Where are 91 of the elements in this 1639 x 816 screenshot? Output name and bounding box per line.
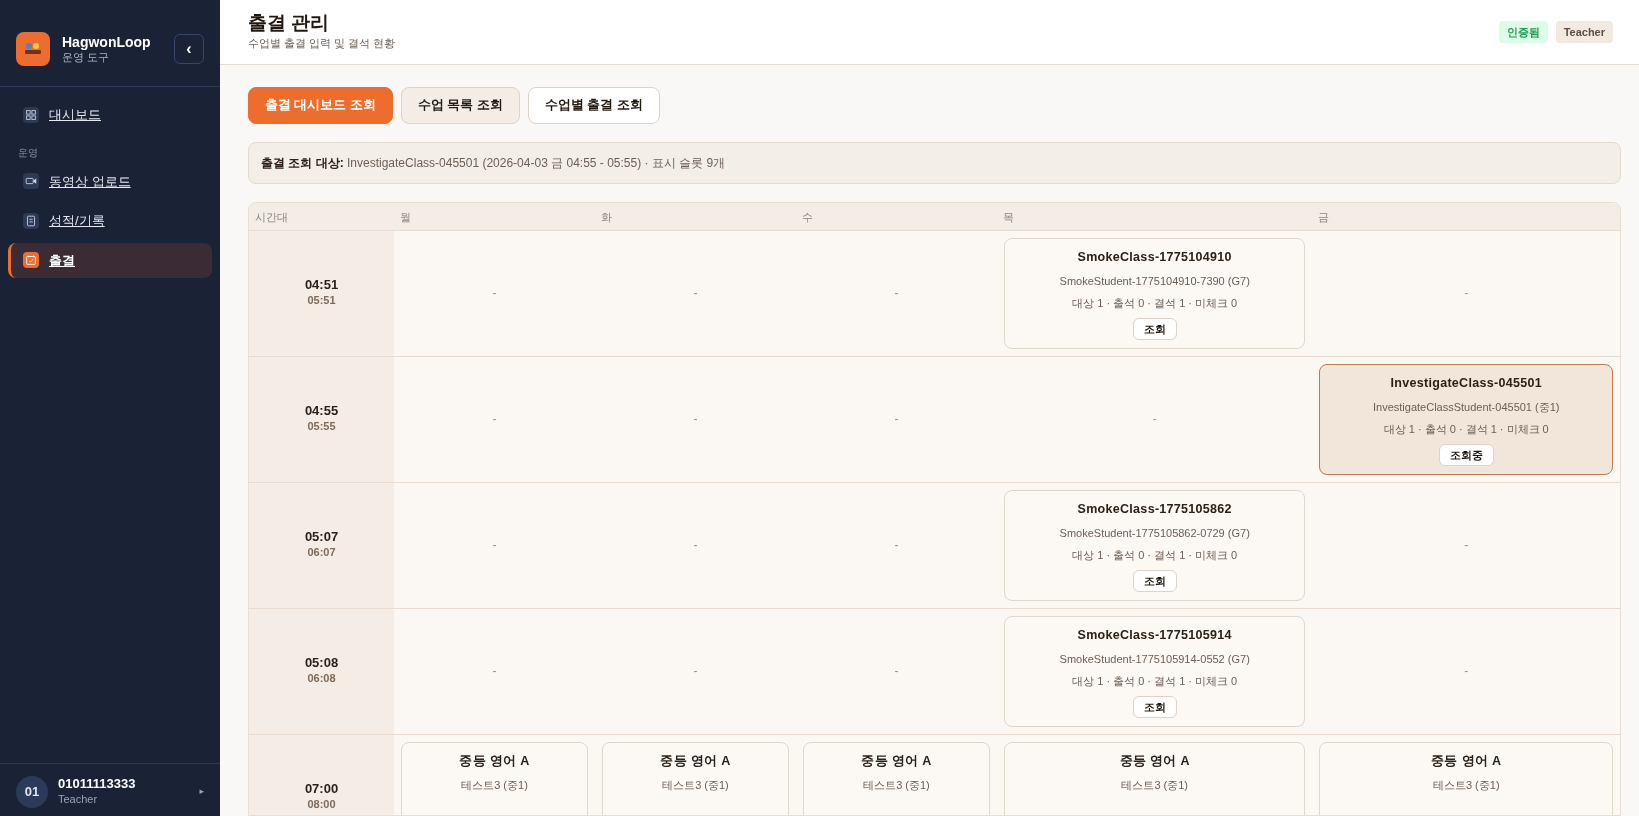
grid-icon	[23, 106, 39, 123]
student-name: InvestigateClassStudent-045501 (중1)	[1373, 399, 1560, 415]
end-time: 05:51	[307, 293, 336, 309]
logo-icon	[16, 32, 50, 66]
column-header: 월	[394, 202, 595, 231]
expand-arrow[interactable]: ▸	[199, 785, 204, 799]
sidebar-item[interactable]: 동영상 업로드	[8, 163, 212, 199]
brand-subtitle: 운영 도구	[62, 50, 111, 63]
student-name: 테스트3 (중1)	[662, 777, 729, 793]
empty-slot: -	[894, 410, 899, 429]
end-time: 06:07	[307, 545, 336, 561]
class-card[interactable]: InvestigateClass-045501 InvestigateClassStudent-045501 (중1) 대상 1 · 출석 0 · 결석 1 · 미체크 0 조회중	[1319, 363, 1613, 475]
student-name: SmokeStudent-1775105862-0729 (G7)	[1059, 525, 1250, 541]
student-name: 테스트3 (중1)	[461, 777, 528, 793]
view-button[interactable]: 조회	[1132, 317, 1177, 340]
end-time: 08:00	[307, 797, 336, 813]
info-text: 출결 조회 대상: InvestigateClass-045501 (2026-04-03 금 04:55 - 05:55) · 표시 슬롯 9개	[248, 141, 1621, 184]
student-name: SmokeStudent-1775105914-0552 (G7)	[1059, 651, 1250, 667]
document-icon	[23, 212, 39, 229]
role-badge: Teacher	[1555, 20, 1613, 44]
column-header: 화	[594, 202, 796, 231]
column-header: 금	[1312, 202, 1620, 231]
sidebar-item[interactable]: 성적/기록	[8, 203, 212, 239]
empty-slot: -	[1464, 536, 1469, 555]
attendance-summary: 대상 1 · 출석 0 · 결석 1 · 미체크 0	[1072, 296, 1238, 311]
status-badge: 인증됨	[1498, 20, 1548, 44]
sidebar-item[interactable]: 대시보드	[8, 97, 212, 133]
class-card[interactable]: SmokeClass-1775104910 SmokeStudent-1775104910-7390 (G7) 대상 1 · 출석 0 · 결석 1 · 미체크 0 조회	[1003, 237, 1306, 349]
page-subtitle: 수업별 출결 입력 및 결석 현황	[248, 36, 396, 52]
empty-slot: -	[693, 284, 698, 303]
empty-slot: -	[492, 410, 497, 429]
view-button[interactable]: 조회	[1132, 569, 1177, 592]
student-name: SmokeStudent-1775104910-7390 (G7)	[1059, 273, 1250, 289]
view-button[interactable]: 조회	[1132, 695, 1177, 718]
empty-slot: -	[693, 536, 698, 555]
start-time: 05:07	[304, 529, 339, 545]
class-card[interactable]: 중등 영어 A 테스트3 (중1)	[601, 741, 789, 815]
empty-slot: -	[693, 410, 698, 429]
student-name: 테스트3 (중1)	[863, 777, 930, 793]
attendance-summary: 대상 1 · 출석 0 · 결석 1 · 미체크 0	[1072, 674, 1238, 689]
page-title: 출결 관리	[248, 12, 331, 36]
start-time: 04:51	[304, 277, 339, 293]
empty-slot: -	[492, 284, 497, 303]
empty-slot: -	[492, 536, 497, 555]
column-header: 수	[795, 202, 997, 231]
tab-button[interactable]: 수업별 출결 조회	[527, 87, 660, 124]
section-label: 운영	[17, 145, 39, 160]
column-header: 목	[996, 202, 1313, 231]
video-camera-icon	[23, 173, 39, 190]
class-title: SmokeClass-1775105914	[1077, 626, 1232, 644]
brand-name: HagwonLoop	[62, 35, 151, 51]
class-title: 중등 영어 A	[660, 752, 731, 770]
column-header: 시간대	[249, 202, 394, 231]
class-title: 중등 영어 A	[459, 752, 530, 770]
view-button[interactable]: 조회중	[1438, 443, 1494, 466]
avatar: 01	[16, 776, 48, 808]
start-time: 07:00	[304, 781, 339, 797]
collapse-button[interactable]: ‹	[174, 34, 204, 64]
class-title: 중등 영어 A	[1431, 752, 1502, 770]
class-card[interactable]: 중등 영어 A 테스트3 (중1)	[1319, 741, 1613, 815]
class-card[interactable]: 중등 영어 A 테스트3 (중1)	[401, 741, 588, 815]
empty-slot: -	[1464, 284, 1469, 303]
empty-slot: -	[492, 662, 497, 681]
class-title: 중등 영어 A	[861, 752, 932, 770]
sidebar-item[interactable]: 출결	[8, 242, 212, 278]
empty-slot: -	[894, 536, 899, 555]
end-time: 06:08	[307, 671, 336, 687]
class-title: SmokeClass-1775105862	[1077, 500, 1232, 518]
empty-slot: -	[894, 284, 899, 303]
class-title: SmokeClass-1775104910	[1077, 248, 1232, 266]
student-name: 테스트3 (중1)	[1432, 777, 1500, 793]
empty-slot: -	[1152, 410, 1157, 429]
start-time: 05:08	[304, 655, 339, 671]
attendance-summary: 대상 1 · 출석 0 · 결석 1 · 미체크 0	[1072, 548, 1238, 563]
empty-slot: -	[894, 662, 899, 681]
user-name: 01011113333	[58, 776, 136, 791]
class-card[interactable]: SmokeClass-1775105862 SmokeStudent-1775105862-0729 (G7) 대상 1 · 출석 0 · 결석 1 · 미체크 0 조회	[1003, 489, 1306, 601]
class-card[interactable]: SmokeClass-1775105914 SmokeStudent-1775105914-0552 (G7) 대상 1 · 출석 0 · 결석 1 · 미체크 0 조회	[1003, 615, 1306, 727]
class-title: 중등 영어 A	[1119, 752, 1190, 770]
empty-slot: -	[1464, 662, 1469, 681]
calendar-check-icon	[23, 252, 39, 269]
class-card[interactable]: 중등 영어 A 테스트3 (중1)	[802, 741, 990, 815]
start-time: 04:55	[304, 403, 339, 419]
empty-slot: -	[693, 662, 698, 681]
attendance-summary: 대상 1 · 출석 0 · 결석 1 · 미체크 0	[1383, 422, 1549, 437]
class-title: InvestigateClass-045501	[1390, 374, 1542, 392]
tab-button[interactable]: 수업 목록 조회	[400, 87, 520, 124]
user-role: Teacher	[58, 791, 99, 807]
class-card[interactable]: 중등 영어 A 테스트3 (중1)	[1003, 741, 1306, 815]
end-time: 05:55	[307, 419, 336, 435]
student-name: 테스트3 (중1)	[1121, 777, 1188, 793]
